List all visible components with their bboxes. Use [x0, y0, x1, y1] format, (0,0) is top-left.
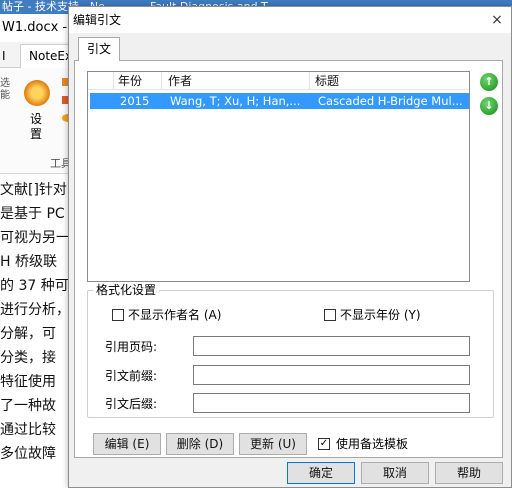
move-up-arrow-icon[interactable]: ↑ — [480, 73, 498, 91]
dialog-title: 编辑引文 — [69, 7, 511, 33]
hide-year-checkbox[interactable] — [324, 309, 336, 321]
column-separator[interactable] — [161, 72, 162, 90]
tab-citation[interactable]: 引文 — [78, 37, 120, 61]
list-item[interactable]: 2015 Wang, T; Xu, H; Han,... Cascaded H-… — [90, 93, 469, 109]
column-header-author[interactable]: 作者 — [168, 73, 192, 89]
cite-prefix-label: 引文前缀: — [105, 369, 158, 383]
edit-button[interactable]: 编辑 (E) — [93, 433, 161, 455]
edit-citation-dialog: 编辑引文 × 引文 年份 作者 标题 2015 Wang, T; Xu, H; … — [68, 6, 512, 488]
ribbon-tab-partial[interactable]: I — [0, 46, 14, 66]
cite-prefix-input[interactable] — [193, 365, 470, 385]
hide-author-checkbox[interactable] — [112, 309, 124, 321]
settings-label[interactable]: 设置 — [30, 112, 46, 142]
citation-list[interactable]: 年份 作者 标题 2015 Wang, T; Xu, H; Han,... Ca… — [87, 71, 470, 282]
format-settings-legend: 格式化设置 — [93, 282, 160, 298]
delete-button[interactable]: 删除 (D) — [166, 433, 234, 455]
close-icon[interactable]: × — [489, 13, 505, 27]
cancel-button[interactable]: 取消 — [361, 462, 429, 484]
column-separator[interactable] — [113, 72, 114, 90]
use-alt-template-label[interactable]: 使用备选模板 — [336, 437, 408, 451]
cite-pages-input[interactable] — [193, 336, 470, 356]
settings-gear-icon[interactable] — [24, 80, 50, 106]
cite-suffix-input[interactable] — [193, 393, 470, 413]
column-separator[interactable] — [309, 72, 310, 90]
column-header-title[interactable]: 标题 — [315, 73, 339, 89]
update-button[interactable]: 更新 (U) — [239, 433, 307, 455]
citation-title: Cascaded H-Bridge Mul... — [318, 94, 463, 108]
citation-tab-panel: 年份 作者 标题 2015 Wang, T; Xu, H; Han,... Ca… — [74, 60, 503, 458]
list-header: 年份 作者 标题 — [88, 72, 469, 90]
help-button[interactable]: 帮助 — [435, 462, 503, 484]
citation-author: Wang, T; Xu, H; Han,... — [170, 94, 301, 108]
hide-author-label[interactable]: 不显示作者名 (A) — [128, 308, 221, 322]
use-alt-template-checkbox[interactable]: ✓ — [318, 438, 330, 450]
cite-suffix-label: 引文后缀: — [105, 397, 158, 411]
citation-year: 2015 — [120, 94, 150, 108]
move-down-arrow-icon[interactable]: ↓ — [480, 97, 498, 115]
column-header-year[interactable]: 年份 — [118, 73, 142, 89]
ribbon-partial-label: 选 能 — [0, 78, 10, 101]
cite-pages-label: 引用页码: — [105, 340, 158, 354]
ok-button[interactable]: 确定 — [287, 462, 355, 484]
hide-year-label[interactable]: 不显示年份 (Y) — [340, 308, 421, 322]
